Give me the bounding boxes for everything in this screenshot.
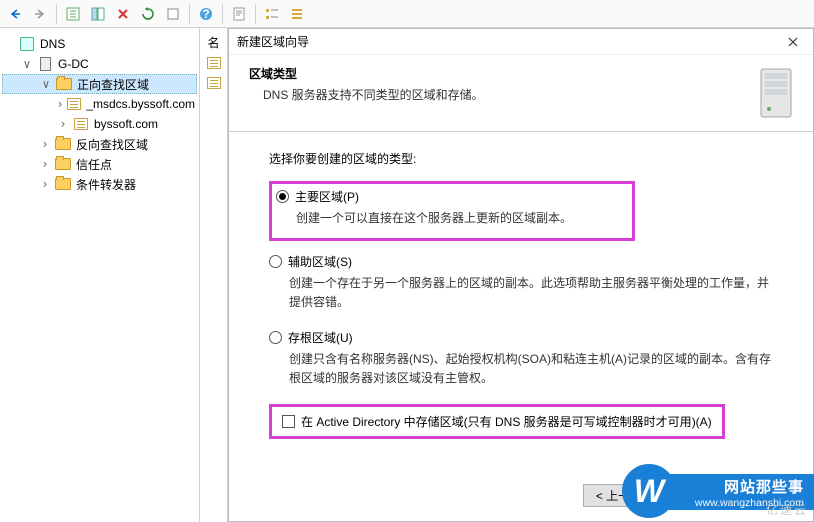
- tree-zone-msdcs[interactable]: › _msdcs.byssoft.com: [2, 94, 197, 114]
- tree-label: 反向查找区域: [74, 136, 150, 153]
- dns-tree: DNS ∨ G-DC ∨ 正向查找区域 › _msdcs.byssoft.com…: [0, 28, 200, 522]
- tree-label: DNS: [38, 37, 67, 51]
- next-button[interactable]: 下一步(N) >: [675, 484, 763, 507]
- middle-column: 名: [200, 28, 228, 522]
- collapse-icon[interactable]: ∨: [20, 57, 34, 71]
- radio-label: 存根区域(U): [288, 329, 353, 346]
- expand-icon[interactable]: ›: [56, 117, 70, 131]
- collapse-icon[interactable]: ∨: [39, 77, 53, 91]
- radio-stub-zone[interactable]: 存根区域(U): [269, 329, 787, 346]
- new-zone-wizard: 新建区域向导 区域类型 DNS 服务器支持不同类型的区域和存储。: [228, 28, 814, 522]
- secondary-zone-desc: 创建一个存在于另一个服务器上的区域的副本。此选项帮助主服务器平衡处理的工作量，并…: [269, 274, 774, 312]
- toolbar-help-button[interactable]: ?: [195, 3, 217, 25]
- tree-trust-points[interactable]: › 信任点: [2, 154, 197, 174]
- checkbox-store-in-ad[interactable]: 在 Active Directory 中存储区域(只有 DNS 服务器是可写域控…: [282, 413, 712, 430]
- radio-label: 辅助区域(S): [288, 253, 352, 270]
- main-toolbar: ?: [0, 0, 814, 28]
- tree-host[interactable]: ∨ G-DC: [2, 54, 197, 74]
- tree-label: byssoft.com: [92, 117, 160, 131]
- svg-text:?: ?: [202, 7, 209, 21]
- stub-zone-desc: 创建只含有名称服务器(NS)、起始授权机构(SOA)和粘连主机(A)记录的区域的…: [269, 350, 774, 388]
- wizard-body: 选择你要创建的区域的类型: 主要区域(P) 创建一个可以直接在这个服务器上更新的…: [229, 132, 813, 447]
- toolbar-action-1[interactable]: [62, 3, 84, 25]
- zone-icon[interactable]: [206, 55, 222, 71]
- expand-icon[interactable]: ›: [38, 137, 52, 151]
- toolbar-delete-button[interactable]: [112, 3, 134, 25]
- close-button[interactable]: [781, 32, 805, 52]
- wizard-button-row: < 上一步(B) 下一步(N) >: [583, 484, 763, 507]
- tree-zone-byssoft[interactable]: › byssoft.com: [2, 114, 197, 134]
- tree-label: _msdcs.byssoft.com: [84, 97, 197, 111]
- wizard-heading: 区域类型: [249, 65, 484, 82]
- folder-icon: [55, 178, 71, 190]
- wizard-prompt: 选择你要创建的区域的类型:: [269, 150, 787, 167]
- wizard-header: 区域类型 DNS 服务器支持不同类型的区域和存储。: [229, 55, 813, 132]
- toolbar-refresh-button[interactable]: [137, 3, 159, 25]
- toolbar-list1-button[interactable]: [261, 3, 283, 25]
- expand-icon[interactable]: ›: [38, 157, 52, 171]
- folder-icon: [55, 158, 71, 170]
- radio-primary-zone[interactable]: 主要区域(P): [276, 188, 572, 205]
- wizard-titlebar: 新建区域向导: [229, 29, 813, 55]
- folder-icon: [56, 78, 72, 90]
- radio-icon: [269, 331, 282, 344]
- zone-icon[interactable]: [206, 75, 222, 91]
- tree-label: 信任点: [74, 156, 114, 173]
- wizard-subtitle: DNS 服务器支持不同类型的区域和存储。: [249, 86, 484, 103]
- radio-secondary-zone[interactable]: 辅助区域(S): [269, 253, 787, 270]
- tree-root-dns[interactable]: DNS: [2, 34, 197, 54]
- tree-label: 条件转发器: [74, 176, 138, 193]
- primary-zone-desc: 创建一个可以直接在这个服务器上更新的区域副本。: [276, 209, 572, 228]
- tree-forward-zones[interactable]: ∨ 正向查找区域: [2, 74, 197, 94]
- radio-icon: [276, 190, 289, 203]
- toolbar-separator: [255, 4, 256, 24]
- server-icon: [40, 57, 51, 71]
- server-tower-icon: [755, 65, 797, 121]
- toolbar-separator: [222, 4, 223, 24]
- wizard-title: 新建区域向导: [237, 33, 309, 50]
- tree-label: G-DC: [56, 57, 91, 71]
- toolbar-properties-button[interactable]: [162, 3, 184, 25]
- highlight-primary-option: 主要区域(P) 创建一个可以直接在这个服务器上更新的区域副本。: [269, 181, 635, 241]
- back-button[interactable]: < 上一步(B): [583, 484, 671, 507]
- radio-icon: [269, 255, 282, 268]
- zone-icon: [74, 118, 88, 130]
- tree-conditional-forwarders[interactable]: › 条件转发器: [2, 174, 197, 194]
- toolbar-separator: [189, 4, 190, 24]
- radio-label: 主要区域(P): [295, 188, 359, 205]
- expand-icon[interactable]: ›: [56, 97, 64, 111]
- toolbar-view-button[interactable]: [87, 3, 109, 25]
- tree-reverse-zones[interactable]: › 反向查找区域: [2, 134, 197, 154]
- dns-icon: [20, 37, 34, 51]
- checkbox-icon: [282, 415, 295, 428]
- toolbar-script-button[interactable]: [228, 3, 250, 25]
- nav-back-button[interactable]: [4, 3, 26, 25]
- nav-forward-button[interactable]: [29, 3, 51, 25]
- folder-icon: [55, 138, 71, 150]
- toolbar-list2-button[interactable]: [286, 3, 308, 25]
- tree-label: 正向查找区域: [75, 76, 151, 93]
- expand-icon[interactable]: ›: [38, 177, 52, 191]
- toolbar-separator: [56, 4, 57, 24]
- zone-icon: [67, 98, 81, 110]
- column-header: 名: [207, 34, 219, 51]
- watermark-yisu: 亿速云: [766, 501, 808, 518]
- highlight-ad-checkbox: 在 Active Directory 中存储区域(只有 DNS 服务器是可写域控…: [269, 404, 725, 439]
- checkbox-label: 在 Active Directory 中存储区域(只有 DNS 服务器是可写域控…: [301, 413, 712, 430]
